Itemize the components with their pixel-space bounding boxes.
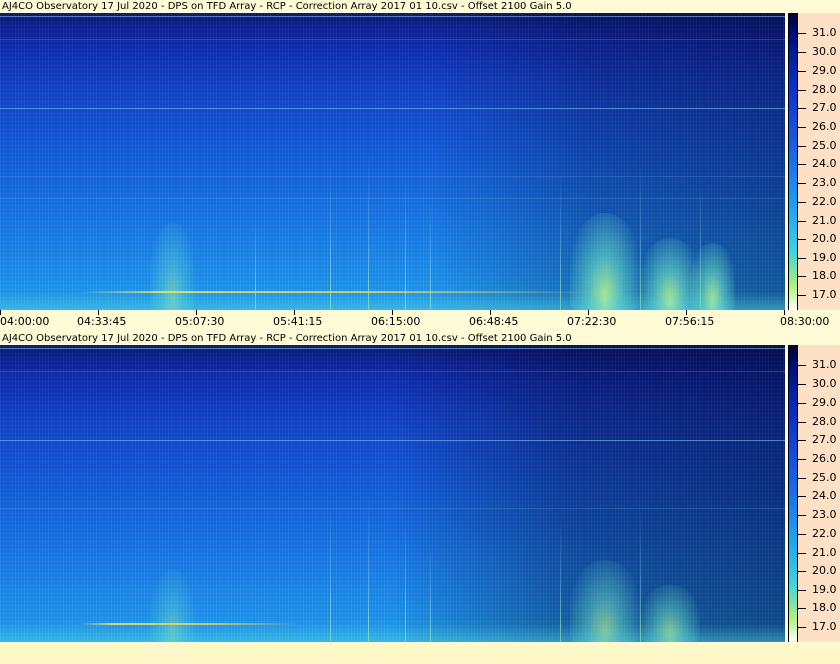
frequency-tick: 28.0 <box>798 84 840 96</box>
spectrogram-spike <box>330 163 331 310</box>
frequency-tick: 26.0 <box>798 453 840 465</box>
spectrogram-band-line <box>0 176 785 177</box>
spectrogram-band-line <box>0 108 785 109</box>
status-strip <box>0 644 840 664</box>
frequency-tick: 18.0 <box>798 270 840 282</box>
spectrogram-spike <box>368 153 369 310</box>
frequency-tick: 22.0 <box>798 196 840 208</box>
frequency-tick: 29.0 <box>798 65 840 77</box>
spectrogram-image[interactable] <box>0 13 785 310</box>
frequency-tick: 23.0 <box>798 509 840 521</box>
frequency-tick: 27.0 <box>798 102 840 114</box>
spectrogram-panel-bottom: AJ4CO Observatory 17 Jul 2020 - DPS on T… <box>0 332 840 664</box>
frequency-tick: 21.0 <box>798 547 840 559</box>
frequency-tick: 21.0 <box>798 215 840 227</box>
colorbar <box>788 345 798 642</box>
spectrogram-band-line <box>0 198 785 199</box>
frequency-tick: 26.0 <box>798 121 840 133</box>
frequency-tick: 31.0 <box>798 27 840 39</box>
spectrogram-band-line <box>0 371 785 372</box>
spectrogram-spike <box>368 495 369 642</box>
frequency-axis: 31.0 30.0 29.0 28.0 27.0 26.0 25.0 24.0 … <box>798 345 840 642</box>
frequency-tick: 19.0 <box>798 252 840 264</box>
frequency-tick: 19.0 <box>798 584 840 596</box>
frequency-tick: 27.0 <box>798 434 840 446</box>
panel-header: AJ4CO Observatory 17 Jul 2020 - DPS on T… <box>0 0 840 13</box>
spectrogram-band-line <box>0 348 785 349</box>
frequency-tick: 25.0 <box>798 472 840 484</box>
frequency-tick: 23.0 <box>798 177 840 189</box>
frequency-tick: 24.0 <box>798 490 840 502</box>
frequency-tick: 17.0 <box>798 621 840 633</box>
frequency-tick: 28.0 <box>798 416 840 428</box>
spectrogram-band-line <box>0 16 785 17</box>
time-axis: 04:00:00 04:33:45 05:07:30 05:41:15 06:1… <box>0 310 840 328</box>
spectrogram-band-line <box>0 39 785 40</box>
frequency-tick: 30.0 <box>798 378 840 390</box>
frequency-tick: 29.0 <box>798 397 840 409</box>
frequency-tick: 18.0 <box>798 602 840 614</box>
frequency-tick: 20.0 <box>798 565 840 577</box>
colorbar <box>788 13 798 310</box>
spectrogram-band-line <box>0 440 785 441</box>
frequency-tick: 22.0 <box>798 528 840 540</box>
spectrogram-viewer: AJ4CO Observatory 17 Jul 2020 - DPS on T… <box>0 0 840 664</box>
spectrogram-spike <box>560 173 561 310</box>
frequency-axis: 31.0 30.0 29.0 28.0 27.0 26.0 25.0 24.0 … <box>798 13 840 310</box>
spectrogram-band-line <box>0 508 785 509</box>
spectrogram-spike <box>330 505 331 642</box>
spectrogram-bottom-glow <box>0 624 785 642</box>
frequency-tick: 25.0 <box>798 140 840 152</box>
frequency-tick: 31.0 <box>798 359 840 371</box>
spectrogram-image[interactable] <box>0 345 785 642</box>
frequency-tick: 30.0 <box>798 46 840 58</box>
frequency-tick: 20.0 <box>798 233 840 245</box>
frequency-tick: 24.0 <box>798 158 840 170</box>
frequency-tick: 17.0 <box>798 289 840 301</box>
spectrogram-bottom-glow <box>0 292 785 310</box>
panel-header: AJ4CO Observatory 17 Jul 2020 - DPS on T… <box>0 332 840 345</box>
spectrogram-panel-top: AJ4CO Observatory 17 Jul 2020 - DPS on T… <box>0 0 840 328</box>
